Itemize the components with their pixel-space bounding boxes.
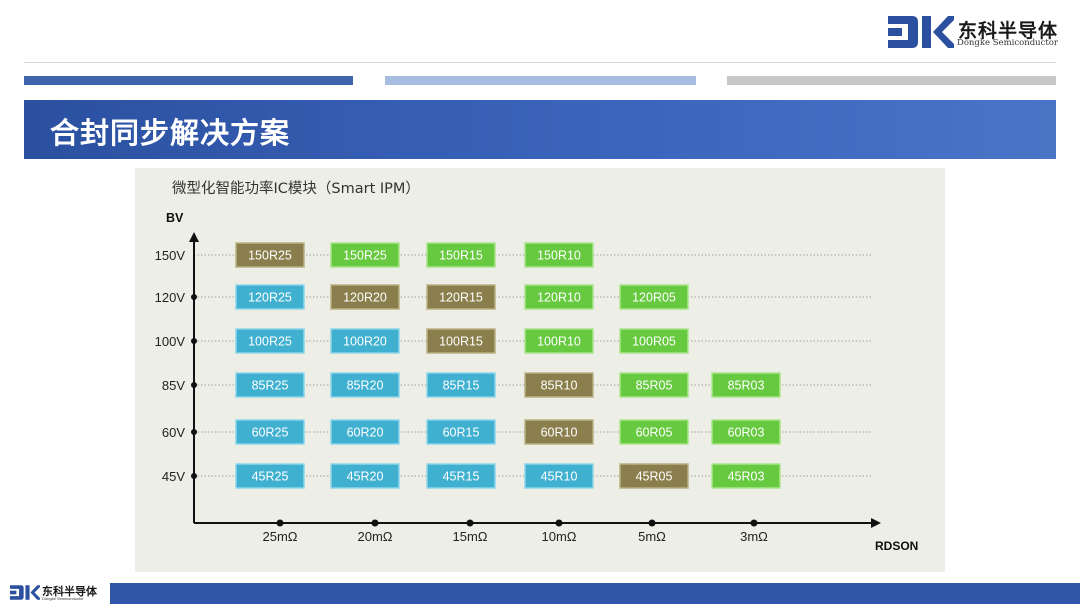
product-cell-label: 45R05 xyxy=(636,470,673,484)
product-matrix-chart: BV RDSON 150V 120V 100V 85V 60V 45V 25mΩ 20mΩ 15mΩ… xyxy=(155,211,919,553)
product-cell-label: 150R25 xyxy=(248,249,292,263)
product-cell-label: 45R20 xyxy=(347,470,384,484)
y-tick-marker xyxy=(191,429,197,435)
x-tick-label: 3mΩ xyxy=(740,529,768,544)
product-cell-label: 60R03 xyxy=(728,426,765,440)
product-cell-label: 60R10 xyxy=(541,426,578,440)
logo-english-name: Dongke Semiconductor xyxy=(957,38,1058,48)
x-tick-marker xyxy=(466,519,474,527)
x-tick-label: 10mΩ xyxy=(541,529,576,544)
product-cell-label: 85R05 xyxy=(636,379,673,393)
product-cell-label: 45R15 xyxy=(443,470,480,484)
x-tick-marker xyxy=(648,519,656,527)
y-tick-label: 120V xyxy=(155,290,186,305)
product-cell-label: 100R20 xyxy=(343,335,387,349)
product-cell-label: 100R10 xyxy=(537,335,581,349)
decor-strip-dark xyxy=(24,76,353,85)
product-cell-label: 150R15 xyxy=(439,249,483,263)
product-cell-label: 100R15 xyxy=(439,335,483,349)
y-tick-marker xyxy=(191,382,197,388)
product-cell-label: 120R20 xyxy=(343,291,387,305)
product-cell-label: 85R03 xyxy=(728,379,765,393)
footer-logo-english: Dongke Semiconductor xyxy=(42,596,84,601)
y-tick-label: 85V xyxy=(162,378,185,393)
product-cell-label: 60R25 xyxy=(252,426,289,440)
product-cell-label: 120R05 xyxy=(632,291,676,305)
dk-logo-icon xyxy=(888,16,954,48)
y-tick-marker xyxy=(191,294,197,300)
product-cell-label: 85R10 xyxy=(541,379,578,393)
chart-panel: 微型化智能功率IC模块（Smart IPM） BV RDSON 150V 120V 10… xyxy=(135,168,945,572)
x-tick-label: 25mΩ xyxy=(262,529,297,544)
decor-strip-gray xyxy=(727,76,1056,85)
page-title: 合封同步解决方案 xyxy=(50,116,291,150)
product-cell-label: 45R25 xyxy=(252,470,289,484)
x-tick-marker xyxy=(371,519,379,527)
y-axis-arrow-icon xyxy=(189,232,199,242)
product-cell-label: 60R05 xyxy=(636,426,673,440)
product-cell-label: 60R20 xyxy=(347,426,384,440)
x-axis-arrow-icon xyxy=(871,518,881,528)
product-cell-label: 150R10 xyxy=(537,249,581,263)
product-cell-label: 85R20 xyxy=(347,379,384,393)
x-tick-marker xyxy=(750,519,758,527)
product-cell-label: 85R25 xyxy=(252,379,289,393)
product-cell-label: 120R25 xyxy=(248,291,292,305)
company-logo: 东科半导体 Dongke Semiconductor xyxy=(888,14,1063,50)
y-tick-marker xyxy=(191,338,197,344)
x-tick-label: 15mΩ xyxy=(452,529,487,544)
footer-logo: 东科半导体 Dongke Semiconductor xyxy=(10,583,106,603)
x-tick-marker xyxy=(555,519,563,527)
y-tick-marker xyxy=(191,473,197,479)
y-tick-label: 150V xyxy=(155,248,186,263)
footer-bar xyxy=(110,583,1080,604)
x-axis-title: RDSON xyxy=(875,539,918,553)
y-tick-label: 100V xyxy=(155,334,186,349)
header-divider xyxy=(24,62,1056,63)
y-axis-title: BV xyxy=(166,211,184,225)
x-tick-label: 5mΩ xyxy=(638,529,666,544)
y-tick-label: 45V xyxy=(162,469,185,484)
product-cell-label: 150R25 xyxy=(343,249,387,263)
x-tick-label: 20mΩ xyxy=(357,529,392,544)
x-tick-marker xyxy=(276,519,284,527)
product-cell-label: 45R10 xyxy=(541,470,578,484)
title-banner: 合封同步解决方案 xyxy=(24,100,1056,159)
product-cell-label: 120R10 xyxy=(537,291,581,305)
product-cell-label: 45R03 xyxy=(728,470,765,484)
product-cell-label: 85R15 xyxy=(443,379,480,393)
y-tick-label: 60V xyxy=(162,425,185,440)
product-cell-label: 120R15 xyxy=(439,291,483,305)
decor-strip-light xyxy=(385,76,696,85)
dk-logo-small-icon xyxy=(10,585,40,600)
product-cell-label: 100R05 xyxy=(632,335,676,349)
product-cell-label: 60R15 xyxy=(443,426,480,440)
product-cell-label: 100R25 xyxy=(248,335,292,349)
